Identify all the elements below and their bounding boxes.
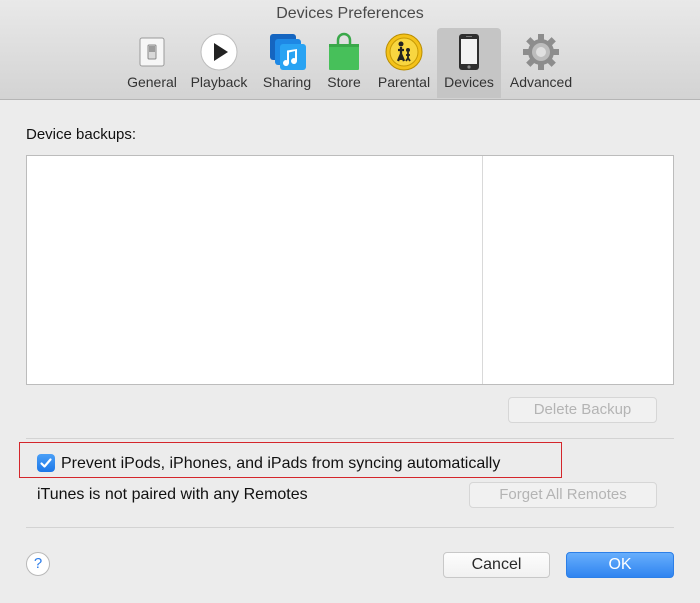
preferences-window: Devices Preferences General Playback Sha… bbox=[0, 0, 700, 603]
prevent-sync-checkbox[interactable] bbox=[37, 454, 55, 472]
prevent-sync-label[interactable]: Prevent iPods, iPhones, and iPads from s… bbox=[61, 455, 500, 473]
store-bag-icon bbox=[324, 32, 364, 72]
checkmark-icon bbox=[40, 458, 52, 468]
tab-label: Devices bbox=[444, 74, 494, 90]
parental-icon bbox=[384, 32, 424, 72]
delete-backup-button[interactable]: Delete Backup bbox=[508, 397, 657, 423]
forget-all-remotes-button[interactable]: Forget All Remotes bbox=[469, 482, 657, 508]
tab-advanced[interactable]: Advanced bbox=[505, 28, 577, 98]
tab-label: Store bbox=[327, 74, 361, 90]
remotes-status: iTunes is not paired with any Remotes bbox=[37, 486, 308, 503]
section-divider bbox=[26, 438, 674, 439]
device-backups-list[interactable] bbox=[26, 155, 674, 385]
general-switch-icon bbox=[132, 32, 172, 72]
iphone-icon bbox=[449, 32, 489, 72]
tab-devices[interactable]: Devices bbox=[437, 28, 501, 98]
tab-label: Playback bbox=[190, 74, 248, 90]
ok-button[interactable]: OK bbox=[566, 552, 674, 578]
footer-divider bbox=[26, 527, 674, 528]
sharing-music-icon bbox=[267, 32, 307, 72]
device-backups-label: Device backups: bbox=[26, 126, 137, 143]
tab-parental[interactable]: Parental bbox=[373, 28, 435, 98]
tab-playback[interactable]: Playback bbox=[186, 28, 252, 98]
preferences-toolbar: Devices Preferences General Playback Sha… bbox=[0, 0, 700, 100]
tab-sharing[interactable]: Sharing bbox=[259, 28, 315, 98]
cancel-button[interactable]: Cancel bbox=[443, 552, 550, 578]
column-divider[interactable] bbox=[482, 156, 483, 384]
tab-label: Advanced bbox=[509, 74, 573, 90]
tab-store[interactable]: Store bbox=[321, 28, 367, 98]
tab-label: General bbox=[127, 74, 177, 90]
tab-label: Parental bbox=[377, 74, 431, 90]
tab-general[interactable]: General bbox=[124, 28, 180, 98]
help-button[interactable]: ? bbox=[26, 552, 50, 576]
tab-label: Sharing bbox=[262, 74, 312, 90]
play-icon bbox=[199, 32, 239, 72]
gear-icon bbox=[521, 32, 561, 72]
window-title: Devices Preferences bbox=[276, 5, 424, 22]
